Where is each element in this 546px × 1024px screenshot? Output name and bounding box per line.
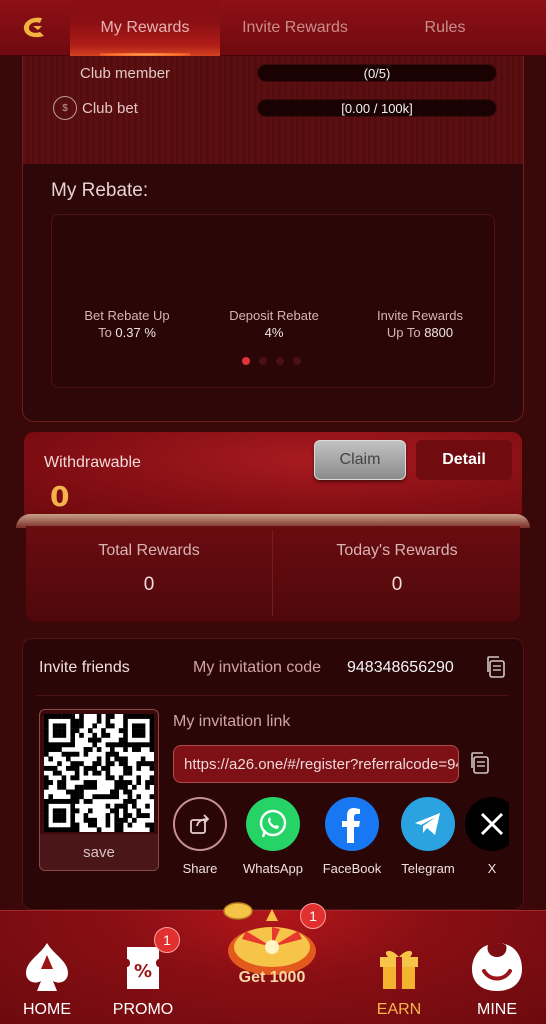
withdrawable-value: 0 [50,480,70,513]
top-nav: My Rewards Invite Rewards Rules [0,0,546,56]
share-option-share[interactable]: Share [165,797,235,876]
qr-code-card: save [39,709,159,871]
wheel-badge: 1 [300,903,326,929]
tab-rules[interactable]: Rules [370,0,520,56]
telegram-icon [401,797,455,851]
carousel-dot[interactable] [293,357,301,365]
invitation-code: 948348656290 [347,659,454,676]
back-logo-icon[interactable] [0,0,70,56]
detail-button[interactable]: Detail [416,440,512,480]
club-member-progress: (0/5) [257,64,497,82]
nav-home[interactable]: HOME [2,941,92,1018]
spade-home-icon [26,943,68,991]
share-option-telegram[interactable]: Telegram [393,797,463,876]
save-qr-button[interactable]: save [40,834,158,870]
club-member-label: Club member [80,64,171,82]
rebate-item-deposit: Deposit Rebate 4% [229,308,319,340]
nav-mine[interactable]: MINE [452,941,542,1018]
club-bet-progress: [0.00 / 100k] [257,99,497,117]
rebate-carousel[interactable]: Bet Rebate Up To 0.37 % Deposit Rebate 4… [51,214,495,388]
divider [272,530,273,616]
share-icon [173,797,227,851]
carousel-dot[interactable] [276,357,284,365]
profile-smile-icon [472,943,522,991]
qr-code-image [44,714,155,833]
rebate-item-bet: Bet Rebate Up To 0.37 % [84,308,170,340]
total-rewards: Total Rewards 0 [26,542,272,596]
todays-rewards: Today's Rewards 0 [274,542,520,596]
svg-text:%: % [134,961,152,982]
club-card: Club member (0/5) $ Club bet [0.00 / 100… [22,56,524,422]
total-rewards-label: Total Rewards [98,542,200,559]
rebate-title: My Rebate: [51,180,149,201]
whatsapp-icon [246,797,300,851]
invite-card: Invite friends My invitation code 948348… [22,638,524,910]
todays-rewards-label: Today's Rewards [336,542,458,559]
gift-icon [380,950,418,989]
club-bet-label: Club bet [82,99,138,117]
share-option-whatsapp[interactable]: WhatsApp [238,797,308,876]
promo-badge: 1 [154,927,180,953]
club-member-row: Club member (0/5) [53,62,503,84]
withdraw-panel: Withdrawable 0 Claim Detail [24,432,522,522]
invitation-code-label: My invitation code [193,659,322,676]
nav-earn[interactable]: EARN [354,941,444,1018]
carousel-dot[interactable] [242,357,250,365]
todays-rewards-value: 0 [391,574,403,595]
total-rewards-value: 0 [143,574,155,595]
share-option-x[interactable]: X [461,797,509,876]
invitation-link-field[interactable]: https://a26.one/#/register?referralcode=… [173,745,459,783]
tab-my-rewards[interactable]: My Rewards [70,0,220,56]
nav-get-1000[interactable]: Get 1000 1 [222,901,326,986]
divider [37,695,509,696]
facebook-icon [325,797,379,851]
copy-code-icon[interactable] [485,655,507,679]
invite-friends-title: Invite friends [39,659,130,676]
invitation-link-label: My invitation link [173,713,291,730]
tab-invite-rewards[interactable]: Invite Rewards [220,0,370,56]
claim-button[interactable]: Claim [314,440,406,480]
withdrawable-label: Withdrawable [44,454,141,471]
nav-promo[interactable]: % PROMO 1 [98,927,188,1018]
bottom-nav: HOME % PROMO 1 Get 1000 1 EARN MINE [0,902,546,1024]
x-icon [465,797,509,851]
rewards-stats: Total Rewards 0 Today's Rewards 0 [26,526,520,622]
club-progress-panel: Club member (0/5) $ Club bet [0.00 / 100… [23,56,523,164]
copy-link-icon[interactable] [469,751,491,775]
share-option-facebook[interactable]: FaceBook [317,797,387,876]
rebate-item-invite: Invite Rewards Up To 8800 [377,308,463,340]
carousel-dot[interactable] [259,357,267,365]
club-bet-row: $ Club bet [0.00 / 100k] [53,96,503,120]
carousel-dots[interactable] [242,357,301,365]
coins-icon: $ [53,96,77,120]
